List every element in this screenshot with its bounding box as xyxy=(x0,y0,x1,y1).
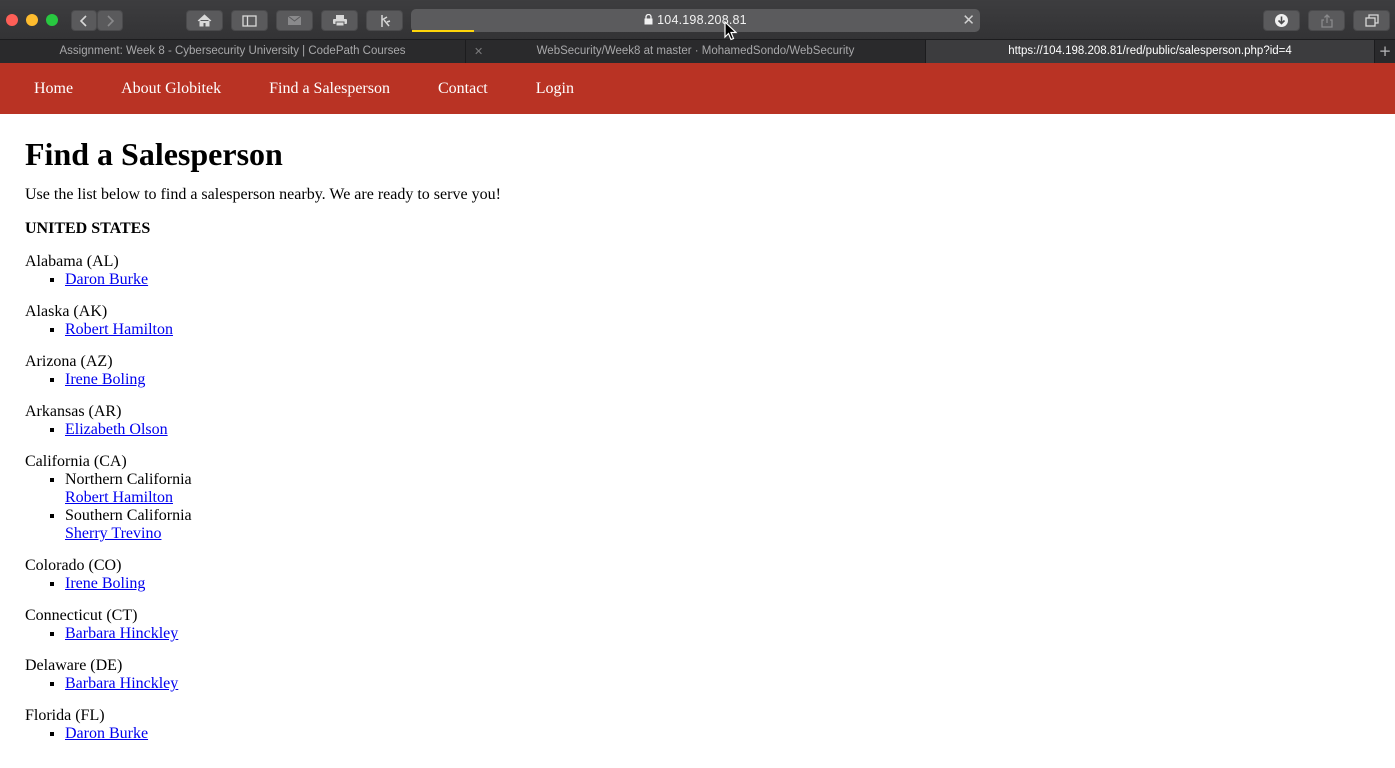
tab-title: Assignment: Week 8 - Cybersecurity Unive… xyxy=(59,45,406,57)
tab-websecurity[interactable]: ✕ WebSecurity/Week8 at master · MohamedS… xyxy=(466,40,926,63)
list-item: Southern California Sherry Trevino xyxy=(65,507,1325,543)
state-name: California (CA) xyxy=(25,453,127,470)
state-name: Alabama (AL) xyxy=(25,253,119,270)
salesperson-link[interactable]: Robert Hamilton xyxy=(65,489,173,506)
list-item: Irene Boling xyxy=(65,371,1325,389)
state-section: Connecticut (CT) Barbara Hinckley xyxy=(25,607,1325,643)
page-load-progress xyxy=(412,30,474,32)
state-section: California (CA) Northern California Robe… xyxy=(25,453,1325,543)
window-minimize-button[interactable] xyxy=(26,14,38,26)
page-title: Find a Salesperson xyxy=(25,136,283,172)
tab-overview-button[interactable] xyxy=(1353,10,1390,31)
printer-icon xyxy=(332,15,347,27)
list-item: Daron Burke xyxy=(65,271,1325,289)
envelope-icon xyxy=(287,15,302,25)
download-icon xyxy=(1275,14,1288,27)
salesperson-link[interactable]: Elizabeth Olson xyxy=(65,421,168,438)
salesperson-link[interactable]: Sherry Trevino xyxy=(65,525,161,542)
salesperson-link[interactable]: Barbara Hinckley xyxy=(65,675,178,692)
tab-title: https://104.198.208.81/red/public/salesp… xyxy=(1008,45,1292,57)
stop-loading-button[interactable]: ✕ xyxy=(962,12,975,28)
forward-button[interactable] xyxy=(97,10,123,31)
browser-toolbar: 104.198.208.81 ✕ xyxy=(0,0,1395,39)
state-name: Connecticut (CT) xyxy=(25,607,138,624)
chevron-right-icon xyxy=(107,14,115,27)
state-section: Alabama (AL) Daron Burke xyxy=(25,253,1325,289)
home-button[interactable] xyxy=(186,10,223,31)
state-name: Alaska (AK) xyxy=(25,303,108,320)
home-icon xyxy=(197,14,212,27)
list-item: Irene Boling xyxy=(65,575,1325,593)
lock-icon xyxy=(644,14,653,25)
extension-icon xyxy=(380,14,390,27)
nav-about-link[interactable]: About Globitek xyxy=(121,80,221,97)
downloads-button[interactable] xyxy=(1263,10,1300,31)
mouse-cursor-icon xyxy=(724,21,738,41)
mail-button[interactable] xyxy=(276,10,313,31)
tab-bar: Assignment: Week 8 - Cybersecurity Unive… xyxy=(0,39,1395,63)
nav-login-link[interactable]: Login xyxy=(536,80,574,97)
share-icon xyxy=(1320,13,1333,28)
tab-title: WebSecurity/Week8 at master · MohamedSon… xyxy=(536,45,855,57)
salesperson-link[interactable]: Robert Hamilton xyxy=(65,321,173,338)
chevron-left-icon xyxy=(79,14,87,27)
back-button[interactable] xyxy=(71,10,97,31)
salesperson-link[interactable]: Irene Boling xyxy=(65,575,145,592)
intro-text: Use the list below to find a salesperson… xyxy=(25,186,501,203)
state-name: Arizona (AZ) xyxy=(25,353,113,370)
nav-home-link[interactable]: Home xyxy=(34,80,73,97)
region-name: Southern California xyxy=(65,507,192,524)
state-name: Florida (FL) xyxy=(25,707,105,724)
nav-contact-link[interactable]: Contact xyxy=(438,80,488,97)
list-item: Northern California Robert Hamilton xyxy=(65,471,1325,507)
tabs-icon xyxy=(1364,14,1379,27)
salesperson-link[interactable]: Irene Boling xyxy=(65,371,145,388)
new-tab-button[interactable]: + xyxy=(1375,40,1395,63)
list-item: Robert Hamilton xyxy=(65,321,1325,339)
list-item: Elizabeth Olson xyxy=(65,421,1325,439)
window-zoom-button[interactable] xyxy=(46,14,58,26)
salesperson-link[interactable]: Daron Burke xyxy=(65,725,148,742)
sidebar-button[interactable] xyxy=(231,10,268,31)
state-section: Arkansas (AR) Elizabeth Olson xyxy=(25,403,1325,439)
list-item: Barbara Hinckley xyxy=(65,675,1325,693)
tab-salesperson[interactable]: https://104.198.208.81/red/public/salesp… xyxy=(926,40,1375,63)
state-name: Delaware (DE) xyxy=(25,657,123,674)
state-section: Delaware (DE) Barbara Hinckley xyxy=(25,657,1325,693)
address-bar[interactable]: 104.198.208.81 ✕ xyxy=(411,9,980,32)
state-section: Colorado (CO) Irene Boling xyxy=(25,557,1325,593)
share-button[interactable] xyxy=(1308,10,1345,31)
window-close-button[interactable] xyxy=(6,14,18,26)
site-navigation: Home About Globitek Find a Salesperson C… xyxy=(0,63,1395,114)
list-item: Barbara Hinckley xyxy=(65,625,1325,643)
print-button[interactable] xyxy=(321,10,358,31)
region-name: Northern California xyxy=(65,471,192,488)
state-name: Colorado (CO) xyxy=(25,557,122,574)
salesperson-link[interactable]: Daron Burke xyxy=(65,271,148,288)
state-section: Florida (FL) Daron Burke xyxy=(25,707,1325,743)
state-section: Arizona (AZ) Irene Boling xyxy=(25,353,1325,389)
country-heading: UNITED STATES xyxy=(25,220,151,237)
tab-assignment[interactable]: Assignment: Week 8 - Cybersecurity Unive… xyxy=(0,40,466,63)
state-name: Arkansas (AR) xyxy=(25,403,122,420)
close-tab-icon[interactable]: ✕ xyxy=(474,40,483,63)
salesperson-link[interactable]: Barbara Hinckley xyxy=(65,625,178,642)
extension-button[interactable] xyxy=(366,10,403,31)
sidebar-icon xyxy=(242,14,257,27)
nav-find-salesperson-link[interactable]: Find a Salesperson xyxy=(269,80,390,97)
main-content: Find a Salesperson Use the list below to… xyxy=(25,114,1325,743)
list-item: Daron Burke xyxy=(65,725,1325,743)
state-section: Alaska (AK) Robert Hamilton xyxy=(25,303,1325,339)
